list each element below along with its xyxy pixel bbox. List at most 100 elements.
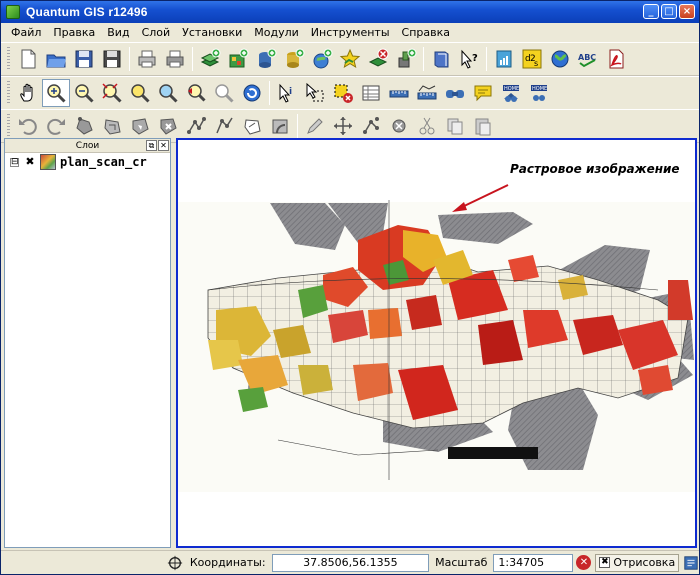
delete-part-icon[interactable] <box>385 112 413 140</box>
add-raster-layer-icon[interactable] <box>224 45 252 73</box>
capture-point-icon[interactable] <box>70 112 98 140</box>
maximize-button[interactable]: □ <box>661 4 677 19</box>
raster-map-image <box>178 184 695 492</box>
pdf-icon[interactable] <box>602 45 630 73</box>
zoom-next-icon[interactable] <box>210 79 238 107</box>
render-checkbox[interactable]: ✖ Отрисовка <box>595 553 680 572</box>
zoom-selection-icon[interactable] <box>126 79 154 107</box>
render-label: Отрисовка <box>613 556 676 569</box>
svg-text:?: ? <box>472 53 478 64</box>
cut-feature-icon[interactable] <box>238 112 266 140</box>
layer-visibility-checkbox[interactable]: ✖ <box>24 156 36 168</box>
coordinates-value: 37.8506,56.1355 <box>303 556 398 569</box>
menu-edit[interactable]: Правка <box>47 26 101 39</box>
help-book-icon[interactable] <box>427 45 455 73</box>
coordinate-toggle-icon[interactable] <box>167 554 184 572</box>
river-label-bar <box>448 447 538 459</box>
scale-field[interactable]: 1:34705 <box>493 553 573 572</box>
attribute-table-icon[interactable] <box>357 79 385 107</box>
pan-hand-icon[interactable] <box>14 79 42 107</box>
layer-item[interactable]: ⊟ ✖ plan_scan_cr <box>5 153 170 171</box>
capture-polygon-icon[interactable] <box>126 112 154 140</box>
plugin-installer-icon[interactable] <box>490 45 518 73</box>
whats-this-icon[interactable]: ? <box>455 45 483 73</box>
select-icon[interactable] <box>301 79 329 107</box>
zoom-full-icon[interactable] <box>98 79 126 107</box>
save-as-icon[interactable] <box>98 45 126 73</box>
move-vertex-icon[interactable] <box>329 112 357 140</box>
add-wms-layer-icon[interactable] <box>308 45 336 73</box>
toolbar-grip[interactable] <box>7 47 10 71</box>
edit-pen-icon[interactable] <box>301 112 329 140</box>
undo-icon[interactable] <box>14 112 42 140</box>
redo-icon[interactable] <box>42 112 70 140</box>
add-wfs-layer-icon[interactable] <box>392 45 420 73</box>
identify-icon[interactable]: i <box>273 79 301 107</box>
show-bookmarks-icon[interactable]: HOME <box>497 79 525 107</box>
new-bookmark-icon[interactable] <box>441 79 469 107</box>
menu-layer[interactable]: Слой <box>136 26 177 39</box>
save-project-icon[interactable] <box>70 45 98 73</box>
toolbar-separator <box>269 81 270 105</box>
close-button[interactable]: × <box>679 4 695 19</box>
layer-name: plan_scan_cr <box>60 155 147 169</box>
d2s-icon[interactable]: d2s <box>518 45 546 73</box>
add-postgis-layer-icon[interactable] <box>252 45 280 73</box>
node-tool-icon[interactable] <box>182 112 210 140</box>
print-composer-icon[interactable] <box>161 45 189 73</box>
cut-icon[interactable] <box>413 112 441 140</box>
remove-layer-icon[interactable] <box>364 45 392 73</box>
menu-tools[interactable]: Инструменты <box>305 26 396 39</box>
print-icon[interactable] <box>133 45 161 73</box>
raster-layer-icon <box>40 154 56 170</box>
zoom-out-icon[interactable] <box>70 79 98 107</box>
home-icon[interactable]: HOME <box>525 79 553 107</box>
minimize-button[interactable]: _ <box>643 4 659 19</box>
zoom-layer-icon[interactable] <box>154 79 182 107</box>
qgis-logo-icon <box>6 5 20 19</box>
projection-icon[interactable] <box>682 554 699 572</box>
menu-plugins[interactable]: Модули <box>248 26 305 39</box>
qgis-main-window: Quantum GIS r12496 _ □ × Файл Правка Вид… <box>0 0 700 575</box>
measure-line-icon[interactable] <box>385 79 413 107</box>
coordinates-label: Координаты: <box>189 556 266 569</box>
refresh-icon[interactable] <box>238 79 266 107</box>
coordinates-field[interactable]: 37.8506,56.1355 <box>271 553 430 572</box>
close-panel-button[interactable]: ✕ <box>158 140 169 151</box>
collapse-expander-icon[interactable]: ⊟ <box>10 157 19 167</box>
open-project-icon[interactable] <box>42 45 70 73</box>
zoom-last-icon[interactable] <box>182 79 210 107</box>
spell-abc-icon[interactable]: ABC <box>574 45 602 73</box>
menu-view[interactable]: Вид <box>101 26 135 39</box>
toolbar-separator <box>129 47 130 71</box>
toolbar-grip[interactable] <box>7 81 10 105</box>
merge-icon[interactable] <box>357 112 385 140</box>
svg-text:HOME: HOME <box>504 86 519 92</box>
stop-render-icon[interactable]: ✕ <box>576 554 593 572</box>
add-ring-icon[interactable] <box>266 112 294 140</box>
capture-line-icon[interactable] <box>98 112 126 140</box>
add-vector-layer-icon[interactable] <box>196 45 224 73</box>
menu-help[interactable]: Справка <box>396 26 456 39</box>
layers-panel: Слои ⧉ ✕ ⊟ ✖ plan_scan_cr <box>4 138 171 548</box>
menu-settings[interactable]: Установки <box>176 26 248 39</box>
deselect-icon[interactable] <box>329 79 357 107</box>
map-tips-icon[interactable] <box>469 79 497 107</box>
new-vector-layer-icon[interactable] <box>336 45 364 73</box>
new-project-icon[interactable] <box>14 45 42 73</box>
measure-area-icon[interactable] <box>413 79 441 107</box>
float-panel-button[interactable]: ⧉ <box>146 140 157 151</box>
map-annotation-label: Растровое изображение <box>510 162 680 176</box>
toolbar-separator <box>486 47 487 71</box>
globe-icon[interactable] <box>546 45 574 73</box>
copy-icon[interactable] <box>441 112 469 140</box>
add-spatialite-layer-icon[interactable] <box>280 45 308 73</box>
move-feature-icon[interactable] <box>154 112 182 140</box>
toolbar-grip[interactable] <box>7 114 10 138</box>
status-bar: Координаты: 37.8506,56.1355 Масштаб 1:34… <box>1 550 699 574</box>
paste-icon[interactable] <box>469 112 497 140</box>
delete-selected-icon[interactable] <box>210 112 238 140</box>
map-canvas[interactable]: Растровое изображение <box>176 138 697 548</box>
menu-file[interactable]: Файл <box>5 26 47 39</box>
zoom-in-icon[interactable] <box>42 79 70 107</box>
